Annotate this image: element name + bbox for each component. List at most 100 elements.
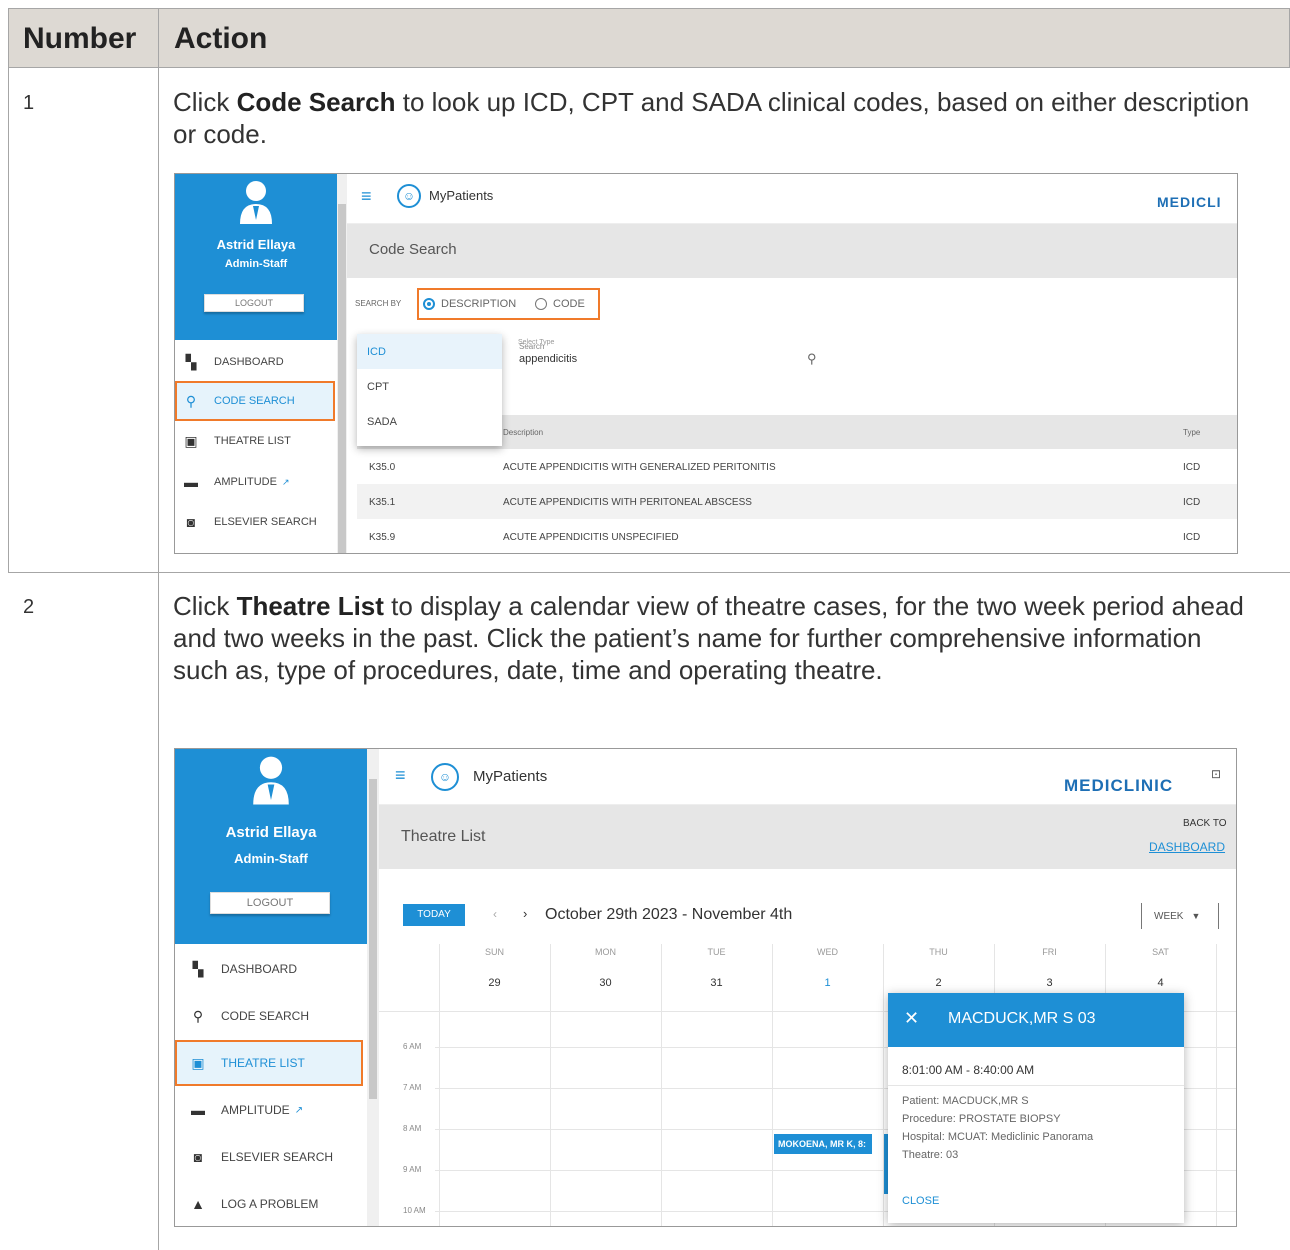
avatar-icon [253, 756, 289, 805]
sidebar-profile: Astrid Ellaya Admin-Staff LOGOUT [175, 174, 337, 340]
page-title-band: Theatre List BACK TO DASHBOARD [379, 805, 1236, 869]
sidebar-item-dashboard[interactable]: ▚ DASHBOARD [175, 946, 365, 992]
dropdown-option-cpt[interactable]: CPT [357, 369, 502, 404]
sidebar-item-theatre-list[interactable]: ▣ THEATRE LIST [175, 421, 335, 461]
sidebar: Astrid Ellaya Admin-Staff LOGOUT ▚ DASHBO… [175, 749, 367, 1226]
description-cell: ACUTE APPENDICITIS WITH PERITONEAL ABSCE… [503, 497, 752, 508]
sidebar-item-amplitude[interactable]: ▬ AMPLITUDE ↗ [175, 462, 335, 502]
nav-label: DASHBOARD [214, 356, 284, 368]
hour-label: 10 AM [403, 1206, 426, 1215]
close-icon[interactable]: ✕ [904, 1008, 919, 1029]
user-role: Admin-Staff [234, 851, 308, 866]
table-header: Number Action [8, 8, 1290, 68]
page-title: Theatre List [401, 828, 486, 845]
page-title-band: Code Search [347, 224, 1237, 278]
day-date[interactable]: 30 [550, 977, 661, 989]
app-logo-icon: ☺ [431, 763, 459, 791]
nav-label: CODE SEARCH [221, 1009, 310, 1023]
calendar-icon: ▣ [184, 432, 198, 449]
sidebar-profile: Astrid Ellaya Admin-Staff LOGOUT [175, 749, 367, 944]
day-of-week: WED [817, 947, 838, 957]
today-button[interactable]: TODAY [403, 904, 465, 926]
type-dropdown: ICD CPT SADA [357, 334, 502, 446]
search-field-label: Search [519, 342, 545, 351]
view-select[interactable]: WEEK ▼ [1141, 903, 1219, 929]
radio-description[interactable] [423, 298, 435, 310]
table-row[interactable]: K35.0 ACUTE APPENDICITIS WITH GENERALIZE… [357, 449, 1237, 484]
radio-code-label: CODE [553, 298, 585, 310]
chevron-down-icon: ▼ [1191, 911, 1201, 921]
sidebar-item-dashboard[interactable]: ▚ DASHBOARD [175, 342, 335, 382]
sidebar-item-elsevier[interactable]: ◙ ELSEVIER SEARCH [175, 502, 335, 542]
scrollbar[interactable] [337, 174, 347, 553]
day-date[interactable]: 1 [772, 977, 883, 989]
app-name: MyPatients [473, 768, 548, 785]
dashboard-icon: ▚ [185, 353, 197, 370]
sidebar-item-code-search[interactable]: ⚲ CODE SEARCH [175, 993, 365, 1039]
event-popup: ✕ MACDUCK,MR S 03 8:01:00 AM - 8:40:00 A… [888, 993, 1184, 1223]
popup-hospital: Hospital: MCUAT: Mediclinic Panorama [902, 1131, 1094, 1143]
menu-icon[interactable]: ≡ [395, 765, 406, 786]
popup-procedure: Procedure: PROSTATE BIOPSY [902, 1113, 1061, 1125]
hour-label: 8 AM [403, 1124, 422, 1133]
next-week-icon[interactable]: › [523, 906, 527, 921]
scrollbar[interactable] [367, 749, 379, 1226]
day-date[interactable]: 4 [1105, 977, 1216, 989]
search-icon[interactable]: ⚲ [807, 351, 817, 367]
table-row[interactable]: K35.9 ACUTE APPENDICITIS UNSPECIFIED ICD [357, 519, 1237, 553]
search-input[interactable]: appendicitis [519, 353, 577, 365]
search-icon: ⚲ [185, 392, 197, 409]
day-of-week: FRI [1042, 947, 1057, 957]
user-name: Astrid Ellaya [225, 824, 317, 841]
elsevier-icon: ◙ [193, 1149, 203, 1165]
row-description: Click Code Search to look up ICD, CPT an… [173, 86, 1263, 150]
search-by-label: SEARCH BY [355, 299, 402, 308]
day-date[interactable]: 3 [994, 977, 1105, 989]
dashboard-link[interactable]: DASHBOARD [1149, 840, 1225, 854]
sidebar-item-code-search[interactable]: ⚲ CODE SEARCH [175, 381, 335, 421]
user-name: Astrid Ellaya [216, 237, 296, 252]
left-border [8, 8, 9, 573]
nav-label: CODE SEARCH [214, 395, 295, 407]
calendar-icon: ▣ [191, 1054, 205, 1071]
day-of-week: SAT [1152, 947, 1169, 957]
popup-time: 8:01:00 AM - 8:40:00 AM [902, 1063, 1035, 1077]
menu-icon[interactable]: ≡ [361, 186, 372, 207]
popup-close-button[interactable]: CLOSE [902, 1195, 939, 1207]
prev-week-icon[interactable]: ‹ [493, 907, 497, 921]
nav-label: DASHBOARD [221, 962, 298, 976]
day-column-divider [1216, 944, 1217, 1226]
sidebar-item-amplitude[interactable]: ▬ AMPLITUDE ↗ [175, 1087, 365, 1133]
day-date[interactable]: 31 [661, 977, 772, 989]
popup-header: ✕ MACDUCK,MR S 03 [888, 993, 1184, 1047]
hour-label: 9 AM [403, 1165, 422, 1174]
external-link-icon: ↗ [281, 476, 290, 487]
back-to-label: BACK TO [1183, 818, 1227, 829]
desc-text: Click [173, 591, 237, 621]
sidebar-item-theatre-list[interactable]: ▣ THEATRE LIST [175, 1040, 363, 1086]
dropdown-option-icd[interactable]: ICD [357, 334, 502, 369]
description-cell: ACUTE APPENDICITIS WITH GENERALIZED PERI… [503, 462, 776, 473]
day-date[interactable]: 2 [883, 977, 994, 989]
top-bar: ≡ ☺ MyPatients MEDICLI [347, 174, 1237, 224]
dashboard-icon: ▚ [192, 960, 204, 977]
type-cell: ICD [1183, 532, 1201, 543]
nav-label: ELSEVIER SEARCH [214, 516, 317, 528]
export-icon[interactable]: ⊡ [1211, 767, 1221, 781]
code-cell: K35.9 [369, 532, 396, 543]
dropdown-option-sada[interactable]: SADA [357, 404, 502, 439]
top-bar: ≡ ☺ MyPatients MEDICLINIC ⊡ [379, 749, 1236, 805]
logout-button[interactable]: LOGOUT [204, 294, 304, 312]
logout-button[interactable]: LOGOUT [210, 892, 330, 914]
day-date[interactable]: 29 [439, 977, 550, 989]
table-row[interactable]: K35.1 ACUTE APPENDICITIS WITH PERITONEAL… [357, 484, 1237, 519]
sidebar-item-log-problem[interactable]: ▲ LOG A PROBLEM [175, 1181, 365, 1226]
external-link-icon: ↗ [294, 1104, 304, 1116]
sidebar-item-elsevier[interactable]: ◙ ELSEVIER SEARCH [175, 1134, 365, 1180]
desc-bold: Code Search [236, 87, 396, 117]
code-cell: K35.1 [369, 497, 396, 508]
description-cell: ACUTE APPENDICITIS UNSPECIFIED [503, 532, 679, 543]
user-role: Admin-Staff [224, 258, 288, 270]
calendar-event[interactable]: MOKOENA, MR K, 8: [774, 1134, 872, 1154]
radio-code[interactable] [535, 298, 547, 310]
